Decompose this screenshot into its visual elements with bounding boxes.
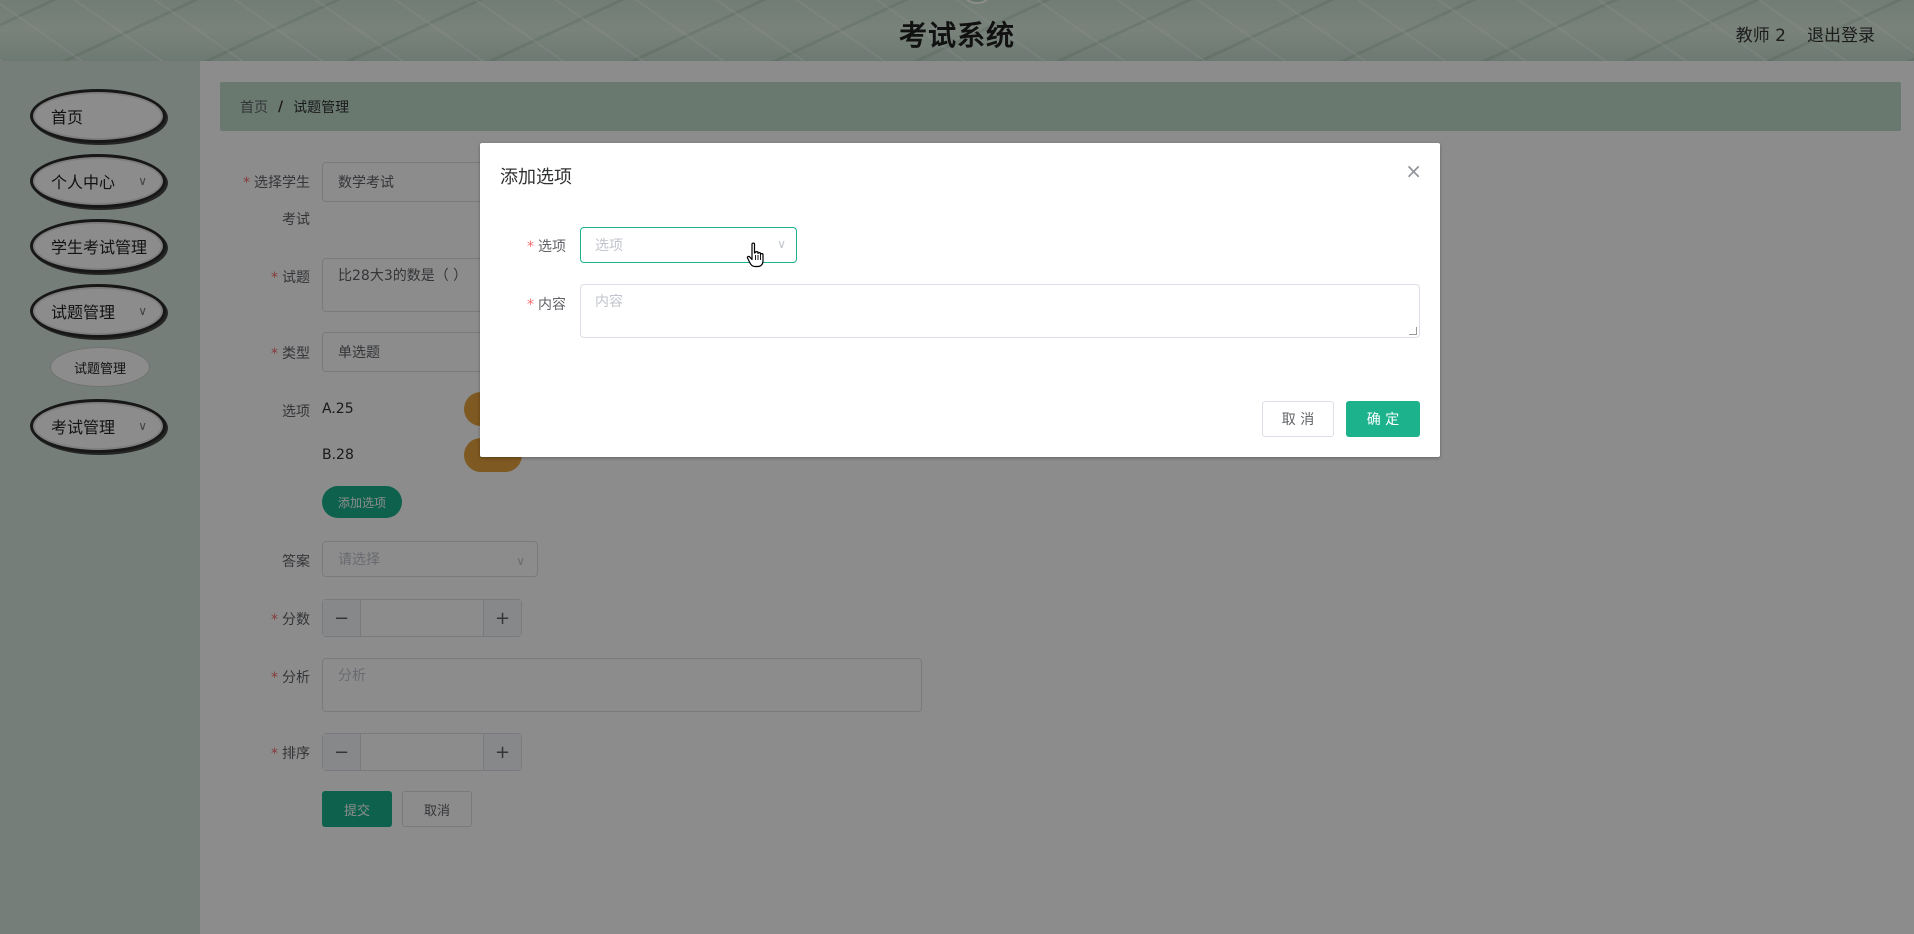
modal-overlay[interactable]	[0, 0, 1914, 934]
chevron-down-icon: ∨	[777, 237, 786, 251]
dialog-title: 添加选项	[500, 167, 572, 188]
content-textarea[interactable]: 内容	[580, 284, 1420, 338]
add-option-dialog: 添加选项 × * 选项 选项 ∨ * 内容 内容 取 消 确 定	[480, 143, 1440, 457]
option-select-placeholder: 选项	[595, 238, 623, 254]
resize-handle[interactable]	[1409, 327, 1417, 335]
hand-pointer-icon	[746, 242, 764, 268]
content-field-label: * 内容	[527, 297, 566, 313]
content-placeholder: 内容	[595, 294, 623, 310]
option-field-label: * 选项	[527, 239, 566, 255]
dialog-confirm-button[interactable]: 确 定	[1346, 401, 1420, 437]
close-icon[interactable]: ×	[1405, 159, 1422, 183]
dialog-cancel-button[interactable]: 取 消	[1262, 401, 1334, 437]
